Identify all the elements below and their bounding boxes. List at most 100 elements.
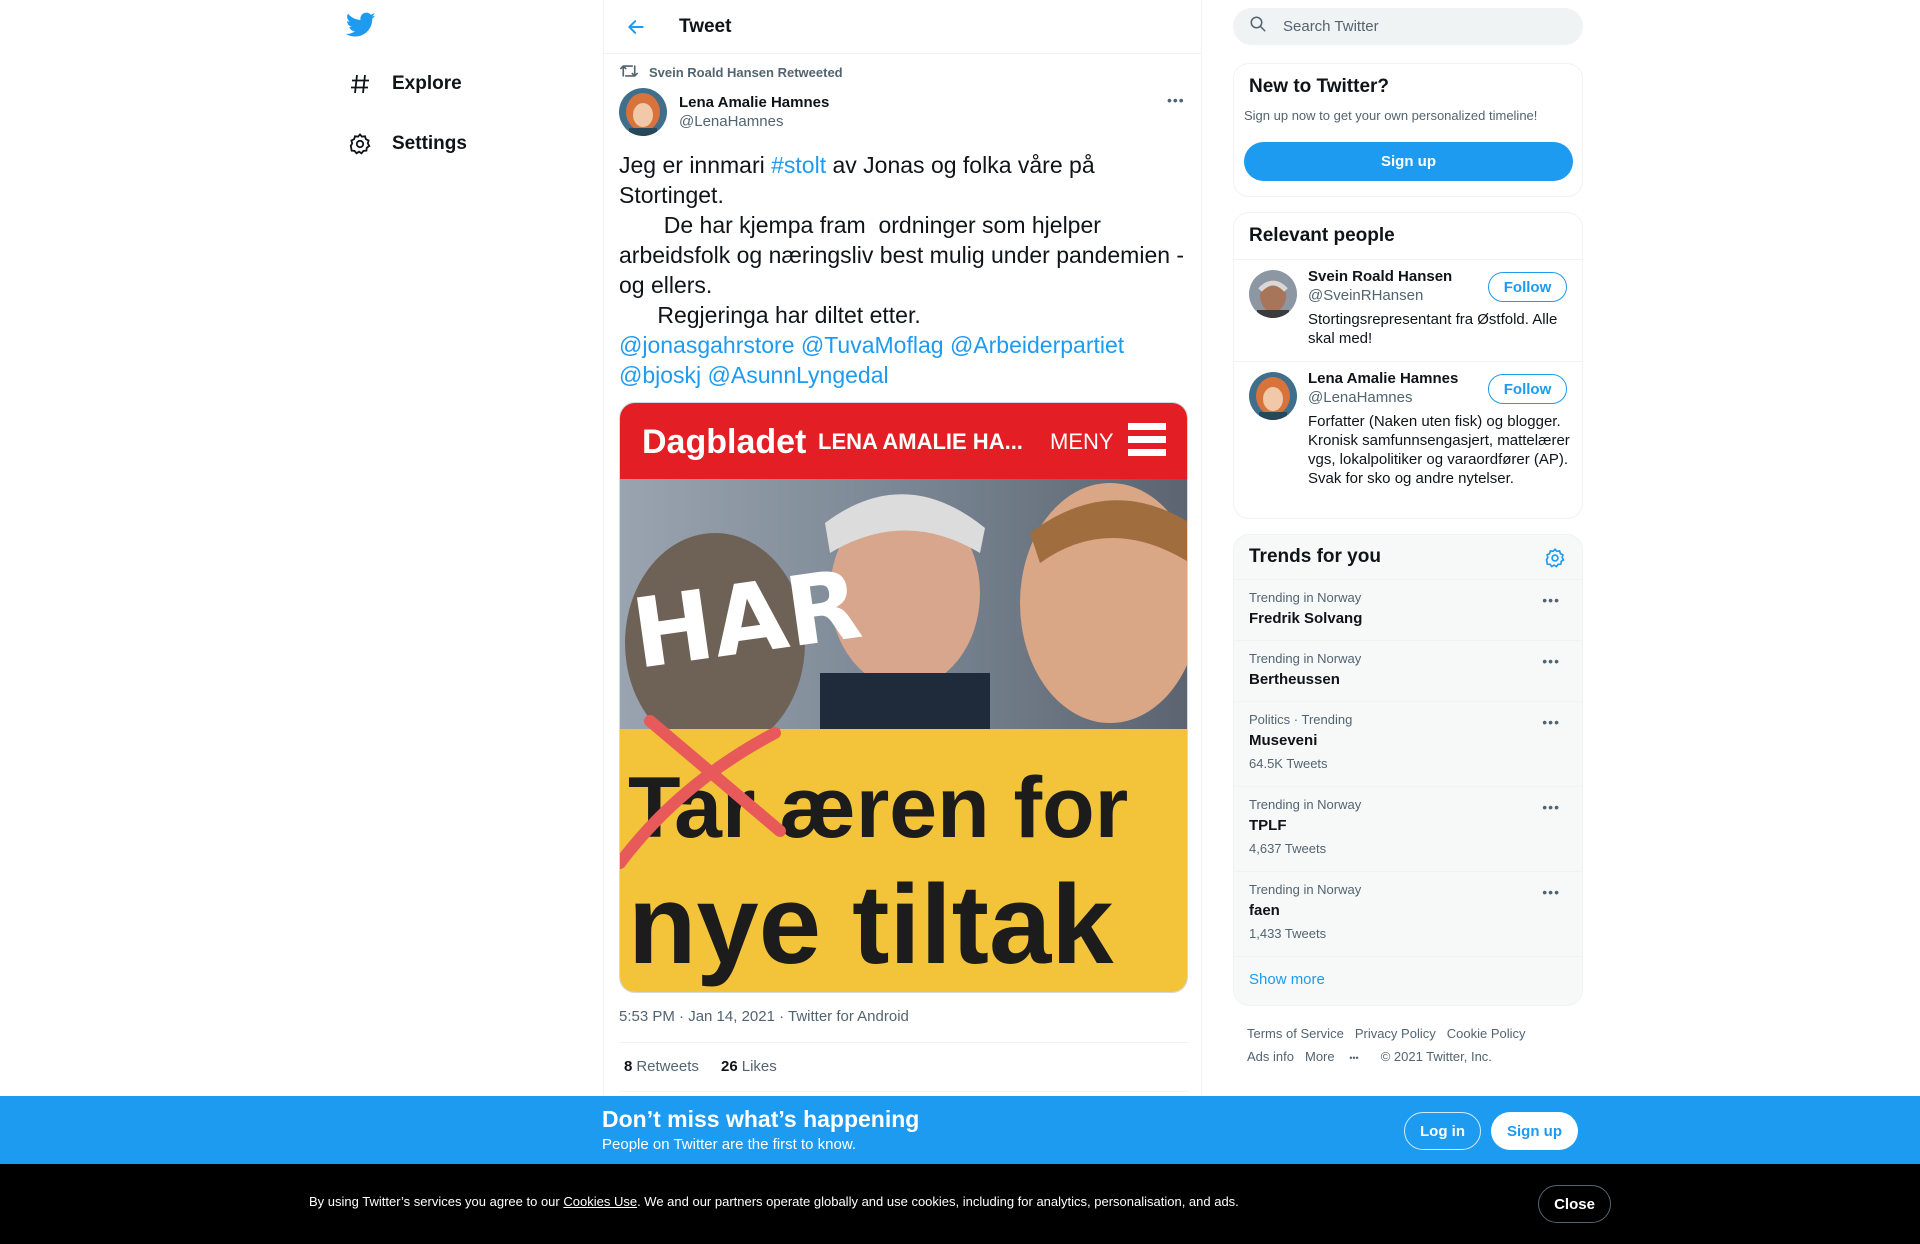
trend-context: Trending in Norway — [1249, 882, 1362, 897]
banner-headline: Don’t miss what’s happening — [602, 1106, 920, 1132]
retweets-stat[interactable]: 8 Retweets — [624, 1058, 699, 1075]
nav-settings[interactable]: Settings — [346, 124, 467, 164]
show-more-link[interactable]: Show more — [1234, 956, 1582, 1002]
mention-link[interactable]: @TuvaMoflag — [801, 332, 944, 358]
tweet-text: Jeg er innmari #stolt av Jonas og folka … — [619, 150, 1189, 390]
main-header: Tweet — [604, 0, 1201, 54]
divider — [619, 1042, 1189, 1043]
cookie-text-before: By using Twitter’s services you agree to… — [309, 1194, 564, 1209]
footer-more-label: More — [1304, 1049, 1335, 1064]
trend-item[interactable]: Trending in Norway TPLF 4,637 Tweets ••• — [1234, 786, 1582, 871]
signup-button[interactable]: Sign up — [1244, 142, 1573, 181]
trend-name: Museveni — [1249, 732, 1318, 749]
back-arrow-icon[interactable] — [619, 10, 653, 44]
follow-button[interactable]: Follow — [1488, 374, 1567, 404]
footer-privacy-link[interactable]: Privacy Policy — [1355, 1026, 1436, 1041]
avatar[interactable] — [1249, 270, 1297, 318]
tweet-author[interactable]: Lena Amalie Hamnes @LenaHamnes — [619, 88, 829, 136]
cookie-banner: By using Twitter’s services you agree to… — [0, 1164, 1920, 1244]
tweet-timestamp[interactable]: 5:53 PM · Jan 14, 2021 · Twitter for And… — [619, 1008, 909, 1025]
footer-terms-link[interactable]: Terms of Service — [1247, 1026, 1344, 1041]
trend-context: Politics · Trending — [1249, 712, 1353, 727]
nav-explore-label: Explore — [392, 73, 462, 94]
nav-settings-label: Settings — [392, 133, 467, 154]
more-icon[interactable]: ••• — [1542, 799, 1560, 815]
search-box[interactable] — [1233, 8, 1583, 45]
headline-line1-rest: æren for — [755, 760, 1128, 856]
search-input[interactable] — [1283, 18, 1543, 35]
trend-count: 4,637 Tweets — [1249, 841, 1327, 856]
retweets-count: 8 — [624, 1058, 633, 1075]
footer-copyright: © 2021 Twitter, Inc. — [1380, 1049, 1492, 1064]
footer-more-button[interactable]: More ••• — [1305, 1049, 1370, 1064]
search-icon — [1233, 15, 1267, 38]
new-to-twitter-card: New to Twitter? Sign up now to get your … — [1233, 63, 1583, 197]
cookie-text-after: . We and our partners operate globally a… — [637, 1194, 1239, 1209]
retweets-label: Retweets — [636, 1058, 699, 1075]
author-name[interactable]: Lena Amalie Hamnes — [679, 93, 829, 112]
banner-signup-button[interactable]: Sign up — [1491, 1112, 1578, 1150]
cookie-text: By using Twitter’s services you agree to… — [309, 1194, 1239, 1209]
retweet-icon — [619, 62, 649, 83]
trend-context: Trending in Norway — [1249, 797, 1362, 812]
avatar[interactable] — [1249, 372, 1297, 420]
banner-subline: People on Twitter are the first to know. — [602, 1136, 857, 1153]
signup-banner: Don’t miss what’s happening People on Tw… — [0, 1096, 1920, 1164]
tweet-image[interactable]: Dagbladet LENA AMALIE HA... MENY HAR Tar… — [619, 402, 1188, 993]
more-icon[interactable]: ••• — [1167, 92, 1185, 108]
footer-links: Terms of Service Privacy Policy Cookie Pol… — [1247, 1022, 1577, 1070]
person-item[interactable]: Svein Roald Hansen @SveinRHansen Stortin… — [1234, 259, 1582, 361]
mention-link[interactable]: @AsunnLyngedal — [708, 362, 889, 388]
login-button[interactable]: Log in — [1404, 1112, 1481, 1150]
trend-item[interactable]: Trending in Norway Bertheussen ••• — [1234, 640, 1582, 701]
trend-item[interactable]: Trending in Norway faen 1,433 Tweets ••• — [1234, 871, 1582, 956]
trend-count: 1,433 Tweets — [1249, 926, 1327, 941]
retweeted-by: Svein Roald Hansen Retweeted — [619, 62, 843, 83]
person-handle[interactable]: @SveinRHansen — [1308, 287, 1423, 304]
author-handle[interactable]: @LenaHamnes — [679, 112, 829, 131]
headline-line2: nye tiltak — [628, 862, 1114, 987]
footer-ads-link[interactable]: Ads info — [1247, 1049, 1294, 1064]
trend-name: Fredrik Solvang — [1249, 610, 1363, 627]
person-name[interactable]: Svein Roald Hansen — [1308, 268, 1452, 285]
mention-link[interactable]: @jonasgahrstore — [619, 332, 795, 358]
mention-link[interactable]: @bjoskj — [619, 362, 701, 388]
tweet-text-part: av Jonas og folka våre på Stortinget. De… — [619, 152, 1185, 328]
image-menu-label: MENY — [1050, 429, 1114, 454]
hamburger-icon — [1128, 436, 1166, 443]
person-bio: Stortingsrepresentant fra Østfold. Alle … — [1308, 311, 1558, 347]
masthead: Dagbladet — [642, 423, 806, 461]
headline-struck-word: Tar — [628, 760, 755, 856]
trend-name: TPLF — [1249, 817, 1287, 834]
tweet-stats: 8 Retweets 26 Likes — [624, 1058, 777, 1075]
trend-item[interactable]: Trending in Norway Fredrik Solvang ••• — [1234, 579, 1582, 640]
page-title: Tweet — [679, 15, 732, 37]
likes-label: Likes — [741, 1058, 777, 1075]
close-button[interactable]: Close — [1538, 1185, 1611, 1223]
page: Explore Settings Tweet Svein Roald Hanse… — [0, 0, 1920, 1244]
footer-cookie-link[interactable]: Cookie Policy — [1447, 1026, 1526, 1041]
person-handle[interactable]: @LenaHamnes — [1308, 389, 1412, 406]
more-icon[interactable]: ••• — [1542, 884, 1560, 900]
main-column: Tweet Svein Roald Hansen Retweeted Lena … — [603, 0, 1202, 1244]
trend-item[interactable]: Politics · Trending Museveni 64.5K Tweet… — [1234, 701, 1582, 786]
more-icon[interactable]: ••• — [1542, 592, 1560, 608]
hamburger-icon — [1128, 449, 1166, 456]
more-icon[interactable]: ••• — [1542, 714, 1560, 730]
follow-button[interactable]: Follow — [1488, 272, 1567, 302]
retweeted-by-label[interactable]: Svein Roald Hansen Retweeted — [649, 65, 843, 80]
twitter-logo-icon[interactable] — [345, 12, 380, 42]
photo-suit — [820, 673, 990, 733]
nav-explore[interactable]: Explore — [346, 64, 462, 104]
mention-link[interactable]: @Arbeiderpartiet — [950, 332, 1124, 358]
person-item[interactable]: Lena Amalie Hamnes @LenaHamnes Forfatter… — [1234, 361, 1582, 519]
likes-stat[interactable]: 26 Likes — [721, 1058, 777, 1075]
avatar[interactable] — [619, 88, 667, 136]
tweet-text-part: Jeg er innmari — [619, 152, 772, 178]
more-icon[interactable]: ••• — [1542, 653, 1560, 669]
person-name[interactable]: Lena Amalie Hamnes — [1308, 370, 1458, 387]
gear-icon[interactable] — [1544, 547, 1566, 574]
hashtag-link[interactable]: #stolt — [771, 152, 826, 178]
cookies-use-link[interactable]: Cookies Use — [563, 1194, 637, 1209]
new-to-twitter-title: New to Twitter? — [1249, 76, 1390, 97]
